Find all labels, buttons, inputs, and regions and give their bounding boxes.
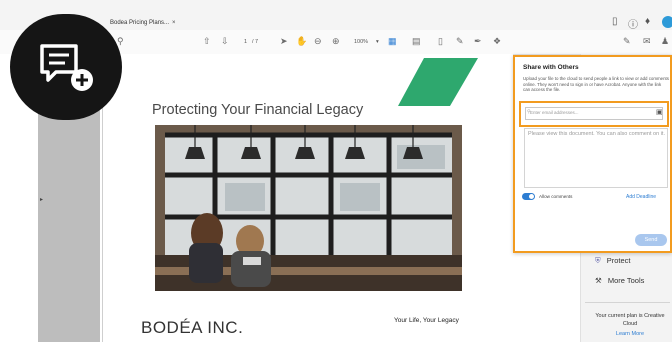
zoom-in-icon[interactable]: ⊕ [332, 36, 340, 47]
page-number-input[interactable]: 1 [244, 39, 247, 45]
send-button[interactable]: Send [635, 234, 667, 246]
tool-protect-label: Protect [606, 256, 631, 265]
office-photo [155, 125, 462, 291]
expand-pane-icon[interactable]: ▸ [40, 196, 43, 203]
mail-icon[interactable]: ✉ [643, 36, 651, 47]
message-placeholder: Please view this document. You can also … [528, 131, 665, 137]
zoom-level-select[interactable]: 100% [354, 39, 368, 45]
share-dialog-title: Share with Others [523, 64, 579, 71]
document-title: Protecting Your Financial Legacy [152, 102, 364, 118]
search-icon[interactable]: ⚲ [117, 36, 124, 47]
brand-green-shape [398, 58, 478, 106]
chevron-down-icon[interactable]: ▾ [376, 39, 379, 45]
more-tools-icon[interactable]: ❖ [493, 36, 501, 47]
tool-more-tools-label: More Tools [607, 276, 645, 285]
document-tab-title: Bodea Pricing Plans... [110, 20, 170, 26]
email-placeholder: Enter email addresses... [530, 110, 579, 115]
account-avatar[interactable] [662, 16, 672, 28]
page-up-icon[interactable]: ⇧ [203, 36, 211, 47]
comment-tool-icon[interactable]: ▯ [438, 36, 443, 47]
learn-more-link[interactable]: Learn More [590, 331, 670, 337]
pen-icon[interactable]: ✎ [456, 36, 464, 47]
tab-close-icon[interactable]: × [172, 20, 176, 26]
document-tab[interactable]: Bodea Pricing Plans... × [110, 20, 176, 26]
wrench-icon: ⚒ [595, 276, 602, 285]
bell-icon[interactable]: ♦ [645, 16, 650, 27]
tool-more-tools[interactable]: ⚒ More Tools [595, 276, 644, 285]
select-cursor-icon[interactable]: ➤ [280, 36, 288, 47]
toggle-knob [529, 194, 534, 199]
fit-page-icon[interactable]: ▦ [388, 36, 397, 47]
document-tagline: Your Life, Your Legacy [394, 317, 459, 324]
sign-icon[interactable]: ✒ [474, 36, 482, 47]
chat-add-icon [40, 44, 93, 91]
comment-icon[interactable]: ▯ [612, 16, 618, 27]
page-total: / 7 [252, 39, 259, 45]
help-icon[interactable]: ⓘ [628, 16, 638, 31]
brand-logo: BODÉA INC. [141, 318, 244, 337]
shield-icon: ⛨ [595, 256, 601, 265]
plan-text: Your current plan is Creative Cloud [595, 313, 665, 327]
add-deadline-link[interactable]: Add Deadline [626, 194, 656, 200]
add-user-icon[interactable]: ♟ [661, 36, 669, 47]
allow-comments-label: Allow comments [539, 194, 573, 199]
address-book-icon[interactable]: ▣ [656, 108, 663, 116]
zoom-out-icon[interactable]: ⊖ [314, 36, 322, 47]
hand-tool-icon[interactable]: ✋ [296, 36, 307, 47]
tool-protect[interactable]: ⛨ Protect [595, 256, 630, 266]
divider [585, 302, 670, 303]
scroll-mode-icon[interactable]: ▤ [412, 36, 421, 47]
page-down-icon[interactable]: ⇩ [221, 36, 229, 47]
edit-icon[interactable]: ✎ [623, 36, 631, 47]
share-description: Upload your file to the cloud to send pe… [523, 76, 669, 93]
